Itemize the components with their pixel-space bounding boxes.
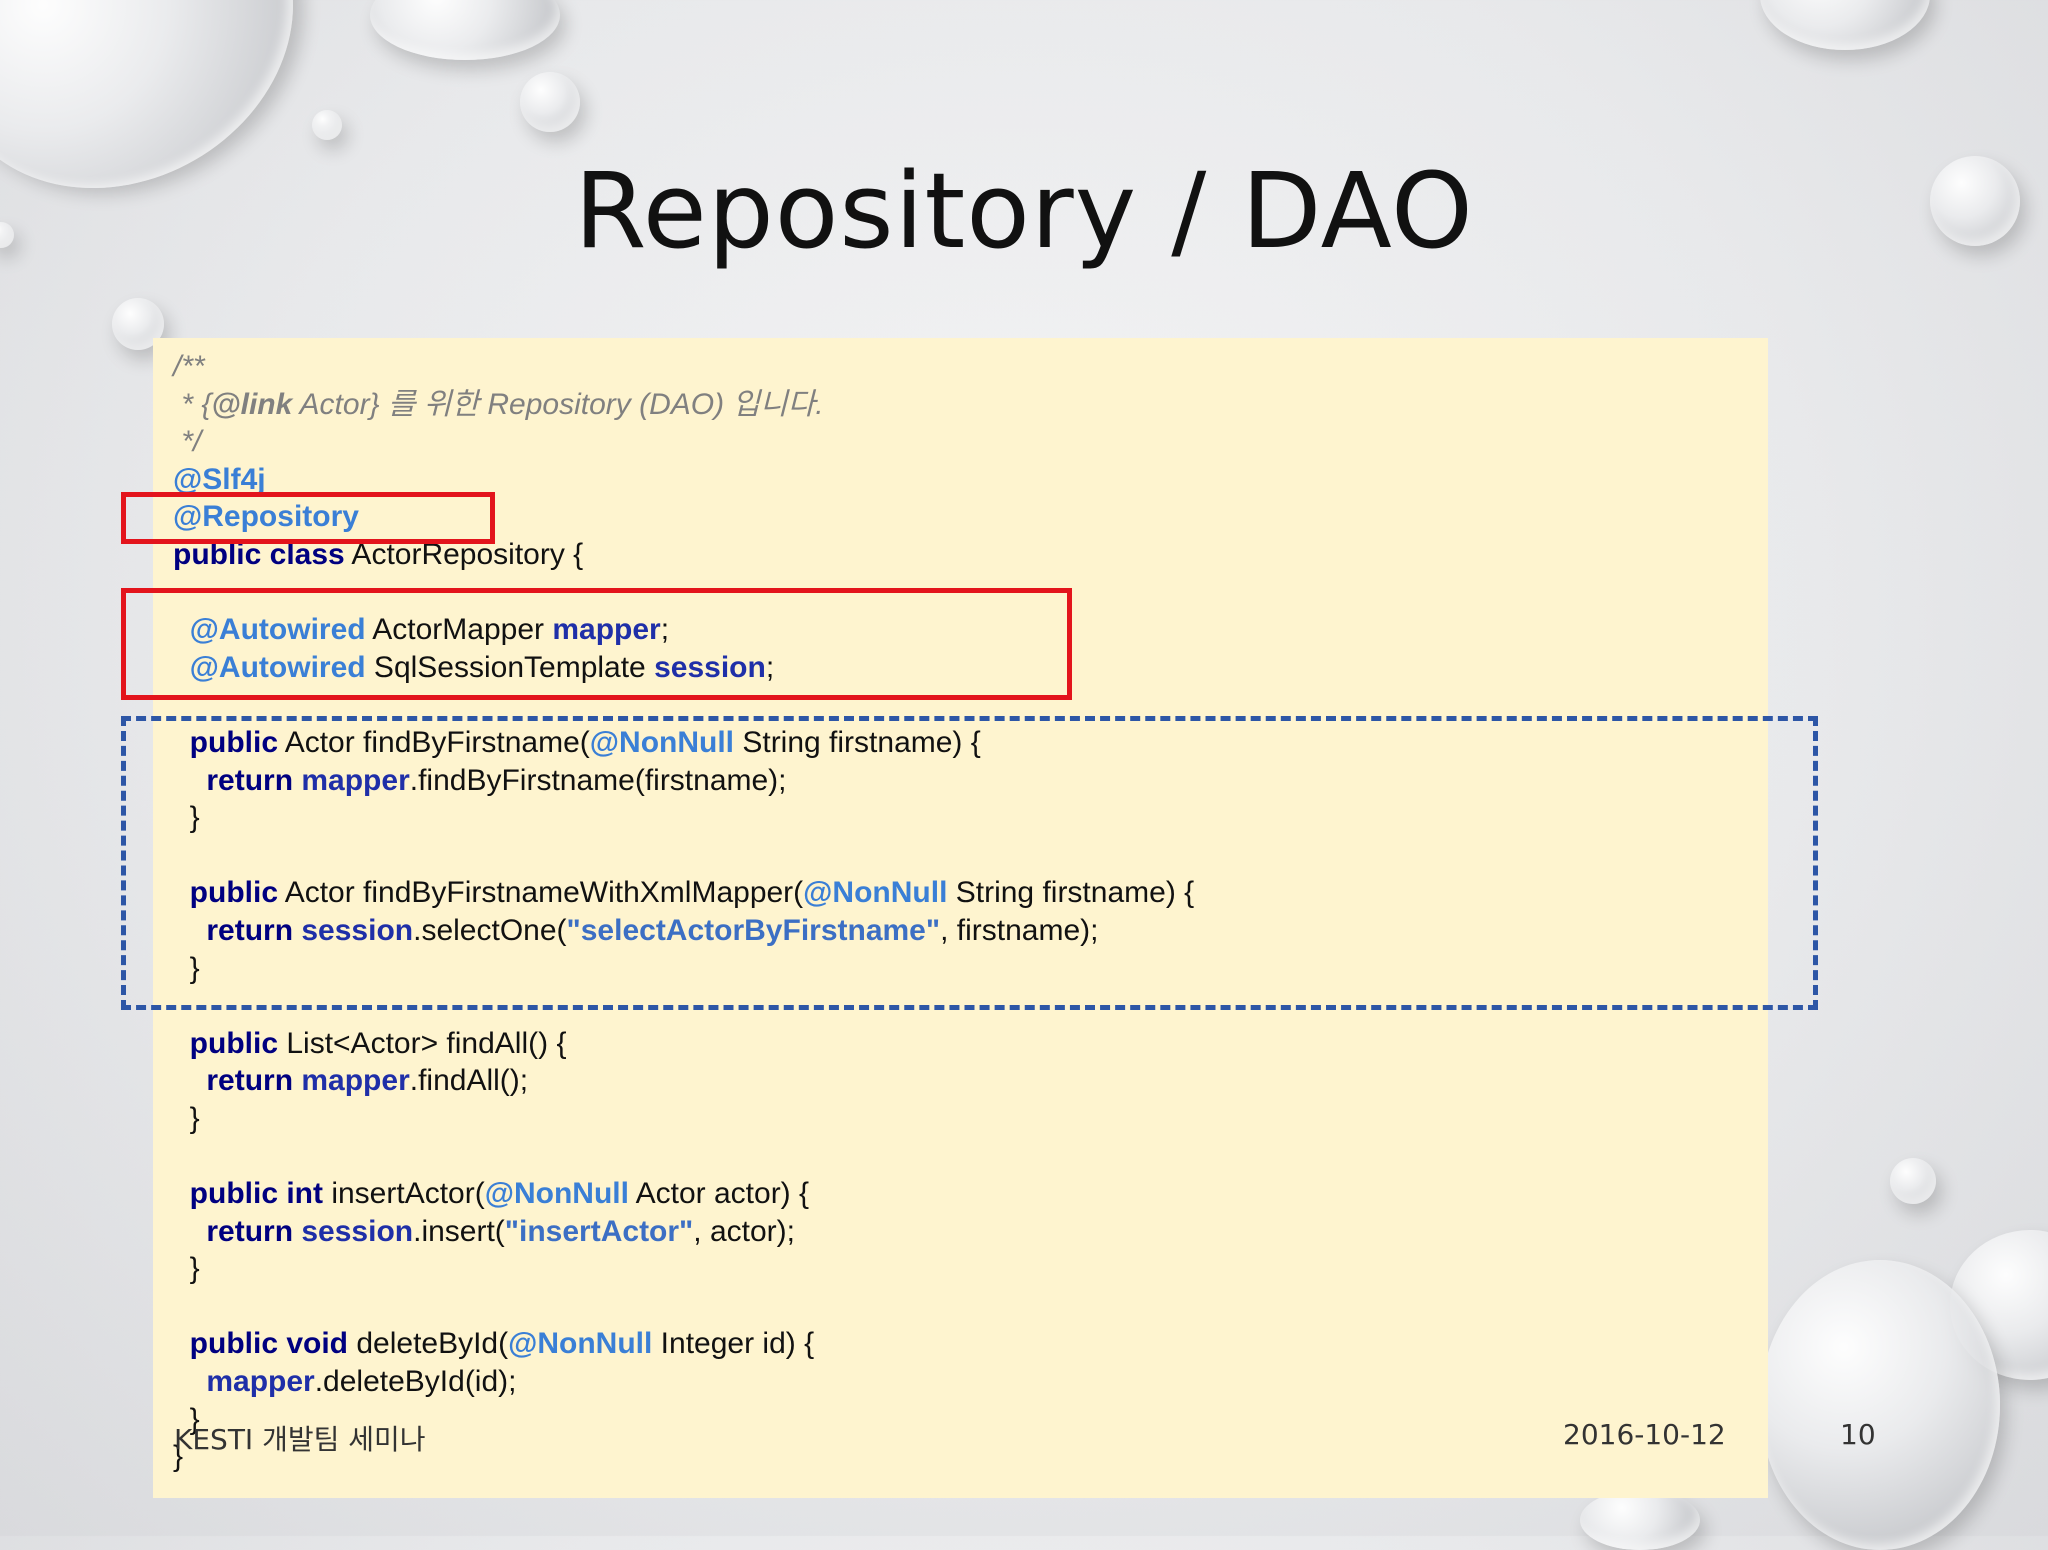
code-comment: */: [173, 425, 202, 459]
water-drop-decoration: [520, 72, 580, 132]
footer-seminar-label: KESTI 개발팀 세미나: [174, 1423, 426, 1456]
autowired-highlight-box: [121, 588, 1072, 700]
footer-date: 2016-10-12: [1563, 1418, 1726, 1451]
code-comment: * {@link Actor} 를 위한 Repository (DAO) 입니…: [173, 387, 824, 421]
slide-title: Repository / DAO: [574, 150, 1474, 272]
water-drop-decoration: [1580, 1490, 1700, 1550]
code-comment: /**: [173, 350, 205, 383]
repository-highlight-box: [121, 492, 495, 544]
finder-methods-highlight-box: [121, 716, 1818, 1010]
page-number: 10: [1840, 1418, 1876, 1451]
water-drop-decoration: [1890, 1158, 1936, 1204]
water-drop-decoration: [1760, 0, 1930, 50]
water-drop-decoration: [1760, 1260, 2000, 1550]
slf4j-annotation: @Slf4j: [173, 462, 266, 496]
water-drop-decoration: [312, 110, 342, 140]
water-drop-decoration: [370, 0, 560, 60]
